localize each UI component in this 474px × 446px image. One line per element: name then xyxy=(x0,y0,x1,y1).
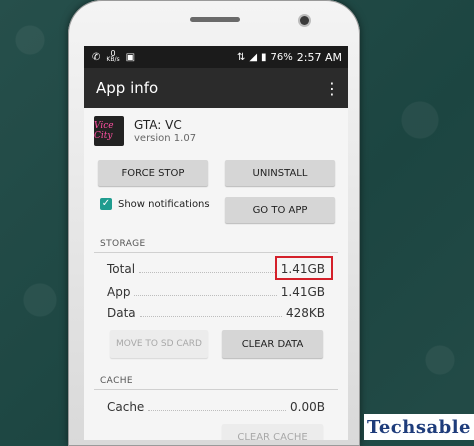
clear-cache-button[interactable]: CLEAR CACHE xyxy=(222,424,323,440)
leader-dots xyxy=(139,272,277,273)
cache-row: Cache 0.00B xyxy=(107,400,325,414)
go-to-app-button[interactable]: GO TO APP xyxy=(225,197,335,223)
phone-screen: ✆ 0 KB/s ▣ ⇅ ◢ ▮ 76% 2:57 AM App info ⋮ … xyxy=(84,46,348,440)
status-bar: ✆ 0 KB/s ▣ ⇅ ◢ ▮ 76% 2:57 AM xyxy=(84,46,348,68)
total-size-highlight-box xyxy=(275,256,333,280)
app-header: Vice City GTA: VC version 1.07 xyxy=(84,108,348,154)
whatsapp-notification-icon: ✆ xyxy=(92,51,101,63)
app-bar: App info ⋮ xyxy=(84,68,348,108)
storage-value: 1.41GB xyxy=(280,285,325,299)
leader-dots xyxy=(134,295,277,296)
battery-icon: ▮ xyxy=(261,51,267,63)
leader-dots xyxy=(139,316,282,317)
uninstall-button[interactable]: UNINSTALL xyxy=(225,160,335,186)
app-icon: Vice City xyxy=(94,116,124,146)
storage-label: App xyxy=(107,285,131,299)
data-arrows-icon: ⇅ xyxy=(236,51,246,63)
clock: 2:57 AM xyxy=(296,50,342,64)
network-speed-unit: KB/s xyxy=(106,56,120,63)
app-name: GTA: VC xyxy=(134,118,182,132)
overflow-menu-icon[interactable]: ⋮ xyxy=(324,79,340,98)
move-to-sd-card-button[interactable]: MOVE TO SD CARD xyxy=(110,330,208,358)
app-icon-logo: Vice City xyxy=(94,121,114,141)
image-notification-icon: ▣ xyxy=(125,51,136,63)
cache-section-title: CACHE xyxy=(100,376,134,386)
show-notifications-label: Show notifications xyxy=(118,198,210,210)
force-stop-button[interactable]: FORCE STOP xyxy=(98,160,208,186)
storage-divider xyxy=(94,252,338,253)
leader-dots xyxy=(148,410,287,411)
app-version: version 1.07 xyxy=(134,133,197,144)
signal-icon: ◢ xyxy=(249,51,258,63)
network-speed: 0 KB/s xyxy=(106,50,120,63)
show-notifications-toggle[interactable]: ✓ Show notifications xyxy=(100,198,210,210)
storage-label: Total xyxy=(107,262,136,276)
earpiece xyxy=(190,17,240,22)
cache-label: Cache xyxy=(107,400,145,414)
storage-row-app: App 1.41GB xyxy=(107,285,325,299)
page-title: App info xyxy=(96,79,159,97)
battery-level: 76% xyxy=(270,51,293,63)
storage-section-title: STORAGE xyxy=(100,239,146,249)
storage-label: Data xyxy=(107,306,136,320)
techsable-watermark: Techsable xyxy=(364,414,474,440)
cache-value: 0.00B xyxy=(290,400,325,414)
front-camera xyxy=(300,16,309,25)
checkbox-checked-icon[interactable]: ✓ xyxy=(100,198,112,210)
clear-data-button[interactable]: CLEAR DATA xyxy=(222,330,323,358)
storage-value: 428KB xyxy=(285,306,325,320)
cache-divider xyxy=(94,389,338,390)
storage-row-data: Data 428KB xyxy=(107,306,325,320)
